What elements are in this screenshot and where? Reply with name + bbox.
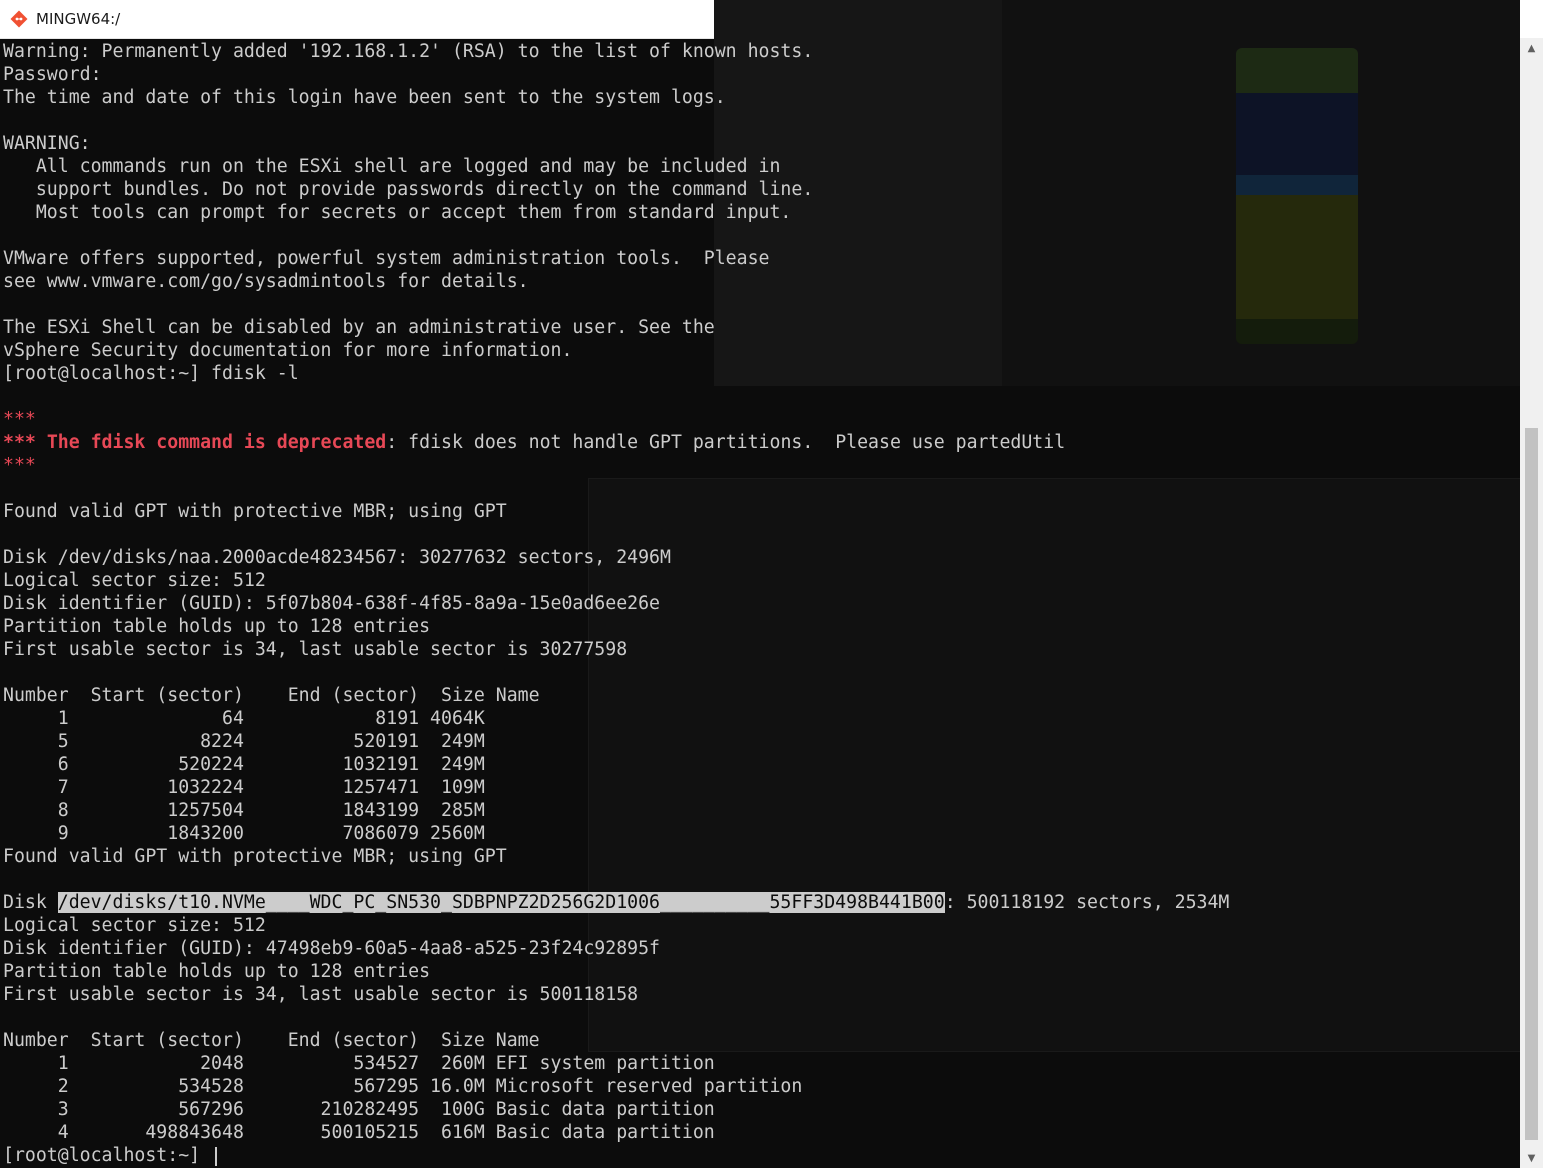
- terminal-line: Disk identifier (GUID): 5f07b804-638f-4f…: [3, 593, 660, 614]
- terminal-line: The ESXi Shell can be disabled by an adm…: [3, 317, 715, 338]
- terminal-line: The time and date of this login have bee…: [3, 87, 726, 108]
- terminal-line: 7 1032224 1257471 109M: [3, 777, 485, 798]
- minimize-button[interactable]: —: [1369, 0, 1427, 38]
- terminal-output[interactable]: Warning: Permanently added '192.168.1.2'…: [0, 38, 1520, 1168]
- terminal-line: 3 567296 210282495 100G Basic data parti…: [3, 1099, 715, 1120]
- terminal-line: All commands run on the ESXi shell are l…: [3, 156, 781, 177]
- terminal-line: support bundles. Do not provide password…: [3, 179, 814, 200]
- window-title: MINGW64:/: [36, 10, 121, 28]
- vertical-scrollbar[interactable]: ▲ ▼: [1520, 38, 1543, 1168]
- terminal-line: Disk identifier (GUID): 47498eb9-60a5-4a…: [3, 938, 660, 959]
- terminal-line: 9 1843200 7086079 2560M: [3, 823, 485, 844]
- terminal-line: Logical sector size: 512: [3, 915, 266, 936]
- terminal-line: see www.vmware.com/go/sysadmintools for …: [3, 271, 529, 292]
- terminal-line: 5 8224 520191 249M: [3, 731, 485, 752]
- terminal-line: Logical sector size: 512: [3, 570, 266, 591]
- terminal-line: 2 534528 567295 16.0M Microsoft reserved…: [3, 1076, 803, 1097]
- text-cursor: [215, 1146, 218, 1166]
- terminal-line: ***: [3, 455, 36, 476]
- title-bar: MINGW64:/ — ☐ ✕: [0, 0, 1543, 39]
- terminal-line: WARNING:: [3, 133, 91, 154]
- terminal-line: Most tools can prompt for secrets or acc…: [3, 202, 792, 223]
- prompt-text: [root@localhost:~]: [3, 1145, 212, 1166]
- terminal-line: First usable sector is 34, last usable s…: [3, 984, 639, 1005]
- deprecation-prefix: ***: [3, 432, 47, 453]
- terminal-line: Warning: Permanently added '192.168.1.2'…: [3, 41, 814, 62]
- selected-disk-path: /dev/disks/t10.NVMe____WDC_PC_SN530_SDBP…: [57, 892, 945, 913]
- terminal-line: 1 64 8191 4064K: [3, 708, 485, 729]
- terminal-line: Disk /dev/disks/t10.NVMe____WDC_PC_SN530…: [3, 891, 1229, 914]
- terminal-line: [root@localhost:~] fdisk -l: [3, 363, 299, 384]
- window-controls: — ☐ ✕: [1369, 0, 1543, 38]
- terminal-line: Number Start (sector) End (sector) Size …: [3, 685, 540, 706]
- terminal-line: vSphere Security documentation for more …: [3, 340, 573, 361]
- git-bash-icon: [10, 10, 28, 28]
- maximize-button[interactable]: ☐: [1427, 0, 1485, 38]
- terminal-line: First usable sector is 34, last usable s…: [3, 639, 628, 660]
- terminal-line: Disk /dev/disks/naa.2000acde48234567: 30…: [3, 547, 671, 568]
- terminal-line: 8 1257504 1843199 285M: [3, 800, 485, 821]
- disk-size: : 500118192 sectors, 2534M: [944, 892, 1230, 913]
- disk-label: Disk: [3, 892, 58, 913]
- terminal-line: 4 498843648 500105215 616M Basic data pa…: [3, 1122, 715, 1143]
- terminal-line: ***: [3, 409, 36, 430]
- deprecation-warning: The fdisk command is deprecated: [46, 432, 387, 453]
- terminal-line: Partition table holds up to 128 entries: [3, 961, 431, 982]
- terminal-line: Found valid GPT with protective MBR; usi…: [3, 846, 507, 867]
- scrollbar-thumb[interactable]: [1525, 428, 1538, 1140]
- command-prompt: [root@localhost:~]: [3, 1144, 218, 1167]
- terminal-line: Number Start (sector) End (sector) Size …: [3, 1030, 540, 1051]
- close-button[interactable]: ✕: [1485, 0, 1543, 38]
- terminal-line: *** The fdisk command is deprecated: fdi…: [3, 431, 1065, 454]
- terminal-line: VMware offers supported, powerful system…: [3, 248, 770, 269]
- terminal-line: Partition table holds up to 128 entries: [3, 616, 431, 637]
- arrow-up-icon[interactable]: ▲: [1520, 38, 1543, 58]
- arrow-down-icon[interactable]: ▼: [1520, 1148, 1543, 1168]
- terminal-line: 6 520224 1032191 249M: [3, 754, 485, 775]
- deprecation-message: : fdisk does not handle GPT partitions. …: [386, 432, 1066, 453]
- terminal-line: Found valid GPT with protective MBR; usi…: [3, 501, 507, 522]
- terminal-line: Password:: [3, 64, 102, 85]
- terminal-line: 1 2048 534527 260M EFI system partition: [3, 1053, 715, 1074]
